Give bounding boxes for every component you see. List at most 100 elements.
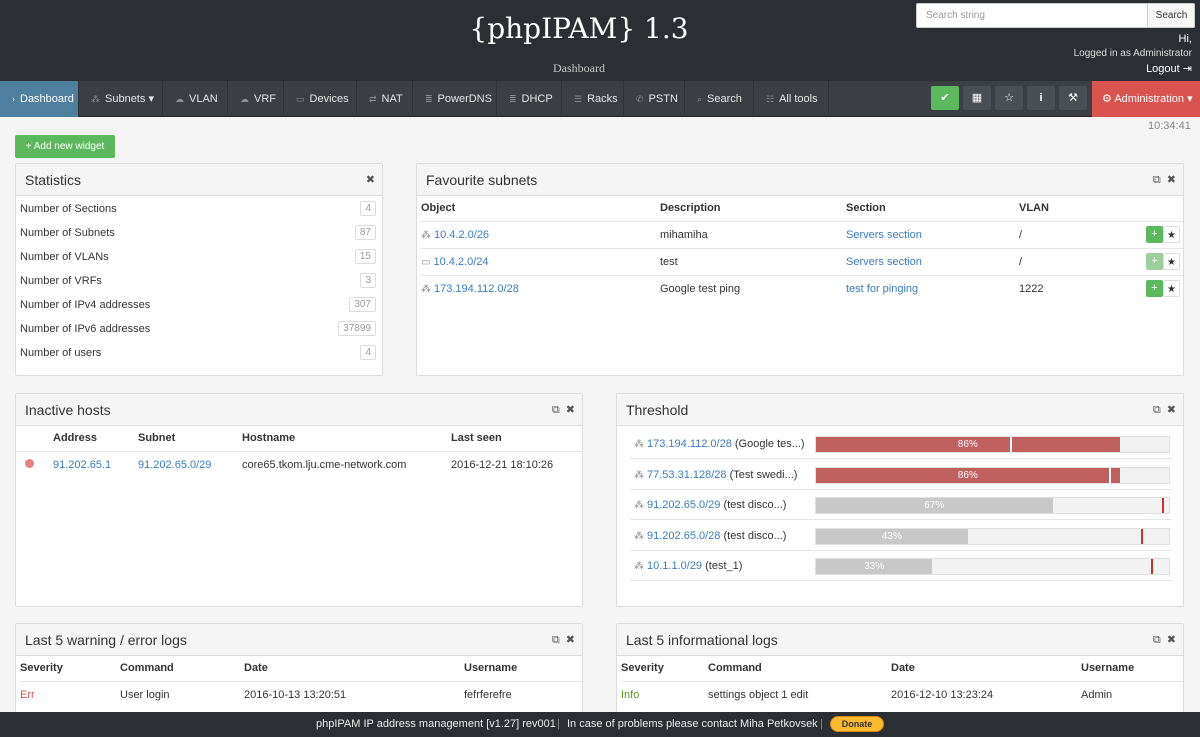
nav-subnets[interactable]: ⁂ Subnets ▾	[79, 81, 163, 117]
nav-powerdns[interactable]: ≣ PowerDNS	[413, 81, 497, 117]
subnet-link[interactable]: 10.4.2.0/24	[433, 256, 488, 268]
statistics-widget: Statistics ✖ Number of Sections 4 Number o…	[15, 163, 383, 376]
widget-controls: ⧉ ✖	[1147, 624, 1176, 656]
threshold-label: ⁂ 91.202.65.0/29 (test disco...)	[634, 490, 786, 521]
footer-contact[interactable]: In case of problems please contact Miha …	[567, 712, 818, 737]
tools-button[interactable]: ⚒	[1059, 86, 1087, 110]
stat-value: 87	[354, 225, 376, 240]
close-icon[interactable]: ✖	[1167, 174, 1176, 186]
check-icon: ✔	[940, 92, 950, 104]
favourites-button[interactable]: ☆	[995, 86, 1023, 110]
status-ok-button[interactable]: ✔	[931, 86, 959, 110]
add-button[interactable]: +	[1146, 253, 1163, 270]
nav-racks[interactable]: ☰ Racks	[562, 81, 624, 117]
add-button[interactable]: +	[1146, 280, 1163, 298]
widget-controls: ⧉ ✖	[546, 394, 575, 426]
search-icon: ⌕	[697, 94, 703, 104]
nav-dashboard[interactable]: › Dashboard	[0, 81, 79, 117]
administration-menu[interactable]: ⚙ Administration ▾	[1092, 81, 1200, 117]
description-cell: test	[660, 247, 846, 275]
add-button[interactable]: +	[1146, 226, 1163, 243]
usage-fill: 86%	[816, 467, 1120, 483]
threshold-marker	[1140, 528, 1143, 544]
widget-controls: ⧉ ✖	[1147, 164, 1176, 196]
address-link[interactable]: 91.202.65.1	[53, 459, 111, 471]
threshold-label: ⁂ 10.1.1.0/29 (test_1)	[634, 551, 742, 582]
subnet-link[interactable]: 10.4.2.0/26	[434, 229, 489, 241]
description-cell: Google test ping	[660, 274, 846, 302]
nav-vrf[interactable]: ☁ VRF	[228, 81, 284, 117]
exchange-icon: ⇄	[369, 94, 377, 104]
stat-row: Number of VLANs 15	[20, 245, 376, 269]
subnet-link[interactable]: 77.53.31.128/28	[647, 469, 727, 481]
column-header: Username	[464, 662, 518, 675]
subnet-link[interactable]: 91.202.65.0/28	[647, 530, 720, 542]
nav-nat[interactable]: ⇄ NAT	[357, 81, 413, 117]
usage-bar: 33%	[815, 558, 1170, 575]
subnet-link[interactable]: 173.194.112.0/28	[647, 438, 732, 450]
search-input[interactable]	[917, 4, 1148, 27]
star-icon[interactable]: ★	[1163, 280, 1180, 298]
command-cell: settings object 1 edit	[708, 680, 891, 708]
subnet-description: (test_1)	[705, 560, 743, 572]
info-button[interactable]: i	[1027, 86, 1055, 110]
subnet-link[interactable]: 173.194.112.0/28	[434, 283, 519, 295]
desktop-icon: ▭	[296, 94, 305, 104]
search-button[interactable]: Search	[1149, 4, 1194, 27]
nav-pstn[interactable]: ✆ PSTN	[624, 81, 685, 117]
section-link[interactable]: test for pinging	[846, 283, 918, 295]
close-icon[interactable]: ✖	[566, 404, 575, 416]
list-icon: ☷	[766, 94, 775, 104]
close-icon[interactable]: ✖	[1167, 634, 1176, 646]
severity-cell: Err	[20, 680, 120, 708]
external-link-icon[interactable]: ⧉	[552, 634, 560, 646]
stat-row: Number of IPv6 addresses 37899	[20, 317, 376, 341]
widget-title: Last 5 warning / error logs ⧉ ✖	[16, 624, 582, 656]
usage-fill: 33%	[816, 559, 933, 574]
nav-dhcp[interactable]: ≣ DHCP	[497, 81, 562, 117]
footer: phpIPAM IP address management [v1.27] re…	[0, 712, 1200, 737]
widget-title: Statistics ✖	[16, 164, 382, 196]
widgets-button[interactable]: ▦	[963, 86, 991, 110]
usage-fill: 86%	[816, 437, 1120, 452]
stat-row: Number of Sections 4	[20, 197, 376, 221]
add-widget-button[interactable]: + Add new widget	[15, 135, 115, 158]
cloud-icon: ☁	[240, 94, 249, 104]
donate-button[interactable]: Donate	[830, 716, 884, 732]
close-icon[interactable]: ✖	[1167, 404, 1176, 416]
nav-label: VLAN	[189, 93, 218, 105]
star-icon[interactable]: ★	[1163, 253, 1180, 270]
nav-vlan[interactable]: ☁ VLAN	[163, 81, 228, 117]
logout-label[interactable]: Logout	[1146, 63, 1180, 75]
nav-search[interactable]: ⌕ Search	[685, 81, 754, 117]
hostname-cell: core65.tkom.lju.cme-network.com	[242, 450, 451, 478]
nav-label: Subnets	[105, 93, 146, 105]
subnet-link[interactable]: 91.202.65.0/29	[138, 459, 211, 471]
close-icon[interactable]: ✖	[366, 174, 375, 186]
external-link-icon[interactable]: ⧉	[1153, 634, 1161, 646]
section-cell: Servers section	[846, 247, 1019, 275]
database-icon: ≣	[425, 94, 433, 104]
logout-link[interactable]: Logout ⇥	[1074, 62, 1192, 76]
star-icon[interactable]: ★	[1163, 226, 1180, 243]
external-link-icon[interactable]: ⧉	[1153, 404, 1161, 416]
offline-status-dot	[25, 458, 34, 468]
section-link[interactable]: Servers section	[846, 229, 922, 241]
subnet-link[interactable]: 91.202.65.0/29	[647, 499, 720, 511]
nav-devices[interactable]: ▭ Devices	[284, 81, 357, 117]
section-link[interactable]: Servers section	[846, 256, 922, 268]
table-row: 91.202.65.1 91.202.65.0/29 core65.tkom.l…	[16, 450, 582, 478]
widget-controls: ✖	[360, 164, 375, 196]
external-link-icon[interactable]: ⧉	[1153, 174, 1161, 186]
table-row: ⁂ 10.4.2.0/26 mihamiha Servers section / …	[421, 220, 1183, 248]
warning-logs-widget: Last 5 warning / error logs ⧉ ✖ Severity C…	[15, 623, 583, 723]
close-icon[interactable]: ✖	[566, 634, 575, 646]
nav-all-tools[interactable]: ☷ All tools	[754, 81, 829, 117]
footer-divider: |	[557, 718, 560, 730]
subnet-link[interactable]: 10.1.1.0/29	[647, 560, 702, 572]
table-header-row: Severity Command Date Username	[621, 656, 1183, 681]
folder-icon: ▭	[421, 256, 431, 268]
subnet-description: (Test swedi...)	[729, 468, 798, 481]
external-link-icon[interactable]: ⧉	[552, 404, 560, 416]
caret-down-icon: ▾	[1187, 93, 1193, 105]
